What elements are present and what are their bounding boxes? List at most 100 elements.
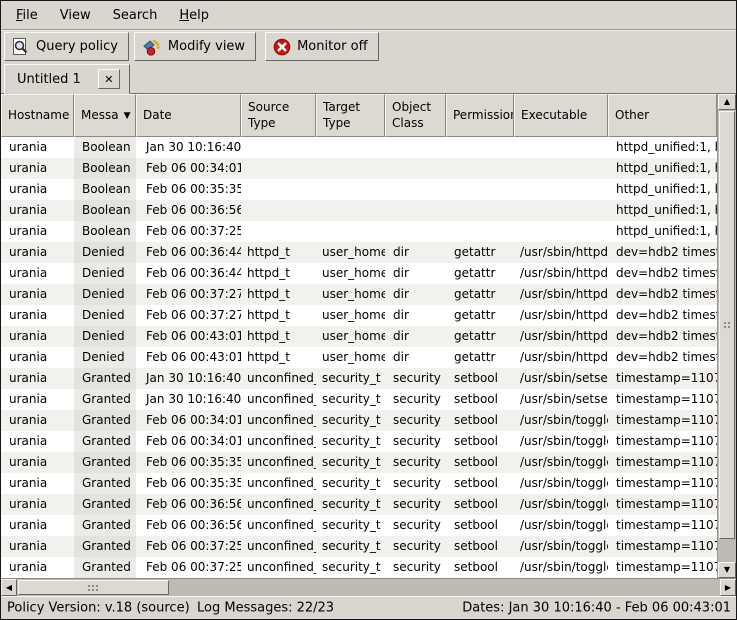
query-policy-button[interactable]: Query policy [4, 32, 129, 61]
cell-message: Boolean [74, 200, 136, 221]
cell-object_class [385, 158, 446, 179]
menu-view[interactable]: View [49, 4, 102, 27]
cell-object_class: dir [385, 263, 446, 284]
cell-executable: /usr/sbin/toggle [514, 410, 608, 431]
scroll-down-button[interactable]: ▼ [718, 562, 736, 578]
table-row[interactable]: uraniaDeniedFeb 06 00:43:01httpd_tuser_h… [1, 347, 717, 368]
log-table-header: HostnameMessa▼DateSource TypeTarget Type… [1, 94, 717, 137]
tab-bar: Untitled 1 ✕ [1, 63, 736, 93]
table-row[interactable]: uraniaDeniedFeb 06 00:37:27httpd_tuser_h… [1, 305, 717, 326]
table-row[interactable]: uraniaBooleanFeb 06 00:37:25httpd_unifie… [1, 221, 717, 242]
cell-hostname: urania [1, 200, 74, 221]
table-row[interactable]: uraniaGrantedFeb 06 00:36:56unconfined_s… [1, 515, 717, 536]
cell-target_type: security_t [316, 431, 385, 452]
cell-permission: setbool [446, 410, 514, 431]
column-header-permission[interactable]: Permission [446, 94, 514, 137]
cell-hostname: urania [1, 137, 74, 158]
cell-hostname: urania [1, 410, 74, 431]
cell-object_class: security [385, 536, 446, 557]
cell-target_type: user_home_ [316, 242, 385, 263]
cell-source_type: httpd_t [241, 263, 316, 284]
table-row[interactable]: uraniaBooleanJan 30 10:16:40httpd_unifie… [1, 137, 717, 158]
table-row[interactable]: uraniaGrantedJan 30 10:16:40unconfined_s… [1, 389, 717, 410]
table-row[interactable]: uraniaDeniedFeb 06 00:36:44httpd_tuser_h… [1, 263, 717, 284]
cell-target_type [316, 200, 385, 221]
table-row[interactable]: uraniaGrantedFeb 06 00:37:25unconfined_s… [1, 536, 717, 557]
table-row[interactable]: uraniaGrantedJan 30 10:16:40unconfined_s… [1, 368, 717, 389]
vertical-scrollbar-thumb[interactable] [719, 111, 735, 539]
column-header-message[interactable]: Messa▼ [74, 94, 136, 137]
modify-view-button[interactable]: Modify view [134, 32, 256, 61]
cell-permission [446, 137, 514, 158]
table-row[interactable]: uraniaBooleanFeb 06 00:34:01httpd_unifie… [1, 158, 717, 179]
scroll-right-button[interactable]: ▶ [720, 579, 736, 596]
modify-view-icon [142, 38, 162, 56]
cell-hostname: urania [1, 536, 74, 557]
tab-close-button[interactable]: ✕ [98, 69, 120, 89]
cell-date: Feb 06 00:36:56 [136, 200, 241, 221]
cell-other: dev=hdb2 timesta [608, 263, 717, 284]
cell-message: Granted [74, 494, 136, 515]
table-row[interactable]: uraniaDeniedFeb 06 00:43:01httpd_tuser_h… [1, 326, 717, 347]
cell-date: Jan 30 10:16:40 [136, 368, 241, 389]
cell-target_type [316, 158, 385, 179]
table-row[interactable]: uraniaDeniedFeb 06 00:36:44httpd_tuser_h… [1, 242, 717, 263]
cell-message: Granted [74, 473, 136, 494]
horizontal-scrollbar-thumb[interactable] [18, 580, 169, 595]
table-row[interactable]: uraniaGrantedFeb 06 00:35:35unconfined_s… [1, 473, 717, 494]
cell-other: httpd_unified:1, h [608, 158, 717, 179]
cell-permission: setbool [446, 536, 514, 557]
column-header-date[interactable]: Date [136, 94, 241, 137]
cell-message: Boolean [74, 158, 136, 179]
seaudit-window: File View Search Help Query policy [0, 0, 737, 620]
vertical-scrollbar[interactable]: ▲ ▼ [717, 94, 736, 578]
column-header-source_type[interactable]: Source Type [241, 94, 316, 137]
table-row[interactable]: uraniaBooleanFeb 06 00:36:56httpd_unifie… [1, 200, 717, 221]
horizontal-scrollbar-track[interactable] [17, 579, 720, 596]
cell-message: Granted [74, 431, 136, 452]
menu-search-label: Search [113, 8, 158, 23]
column-header-hostname[interactable]: Hostname [1, 94, 74, 137]
scroll-left-button[interactable]: ◀ [1, 579, 17, 596]
scroll-up-button[interactable]: ▲ [718, 94, 736, 110]
cell-message: Granted [74, 536, 136, 557]
table-row[interactable]: uraniaGrantedFeb 06 00:36:56unconfined_s… [1, 494, 717, 515]
cell-permission: getattr [446, 326, 514, 347]
cell-message: Boolean [74, 179, 136, 200]
cell-date: Feb 06 00:43:01 [136, 326, 241, 347]
cell-hostname: urania [1, 515, 74, 536]
table-row[interactable]: uraniaGrantedFeb 06 00:34:01unconfined_s… [1, 410, 717, 431]
cell-message: Granted [74, 368, 136, 389]
column-header-executable[interactable]: Executable [514, 94, 608, 137]
cell-message: Denied [74, 263, 136, 284]
vertical-scrollbar-track[interactable] [718, 110, 736, 562]
scroll-right-icon: ▶ [725, 584, 731, 592]
cell-date: Feb 06 00:35:35 [136, 473, 241, 494]
cell-permission: getattr [446, 305, 514, 326]
cell-permission: getattr [446, 263, 514, 284]
cell-date: Feb 06 00:37:27 [136, 284, 241, 305]
menu-file[interactable]: File [5, 4, 49, 27]
table-row[interactable]: uraniaGrantedFeb 06 00:35:35unconfined_s… [1, 452, 717, 473]
table-row[interactable]: uraniaGrantedFeb 06 00:34:01unconfined_s… [1, 431, 717, 452]
cell-message: Denied [74, 284, 136, 305]
table-row[interactable]: uraniaGrantedFeb 06 00:37:25unconfined_s… [1, 557, 717, 578]
tab-untitled-1[interactable]: Untitled 1 ✕ [4, 64, 130, 94]
table-row[interactable]: uraniaDeniedFeb 06 00:37:27httpd_tuser_h… [1, 284, 717, 305]
monitor-off-button[interactable]: Monitor off [265, 32, 378, 61]
column-header-object_class[interactable]: Object Class [385, 94, 446, 137]
cell-message: Granted [74, 410, 136, 431]
monitor-off-icon [273, 38, 291, 56]
cell-object_class: security [385, 557, 446, 578]
cell-executable: /usr/sbin/httpd [514, 326, 608, 347]
cell-object_class: security [385, 368, 446, 389]
horizontal-scrollbar[interactable]: ◀ ▶ [1, 578, 736, 596]
table-row[interactable]: uraniaBooleanFeb 06 00:35:35httpd_unifie… [1, 179, 717, 200]
column-header-target_type[interactable]: Target Type [316, 94, 385, 137]
menu-search[interactable]: Search [102, 4, 169, 27]
menu-view-label: View [60, 8, 91, 23]
menu-help[interactable]: Help [168, 4, 220, 27]
cell-target_type: security_t [316, 473, 385, 494]
cell-object_class: security [385, 515, 446, 536]
column-header-other[interactable]: Other [608, 94, 717, 137]
